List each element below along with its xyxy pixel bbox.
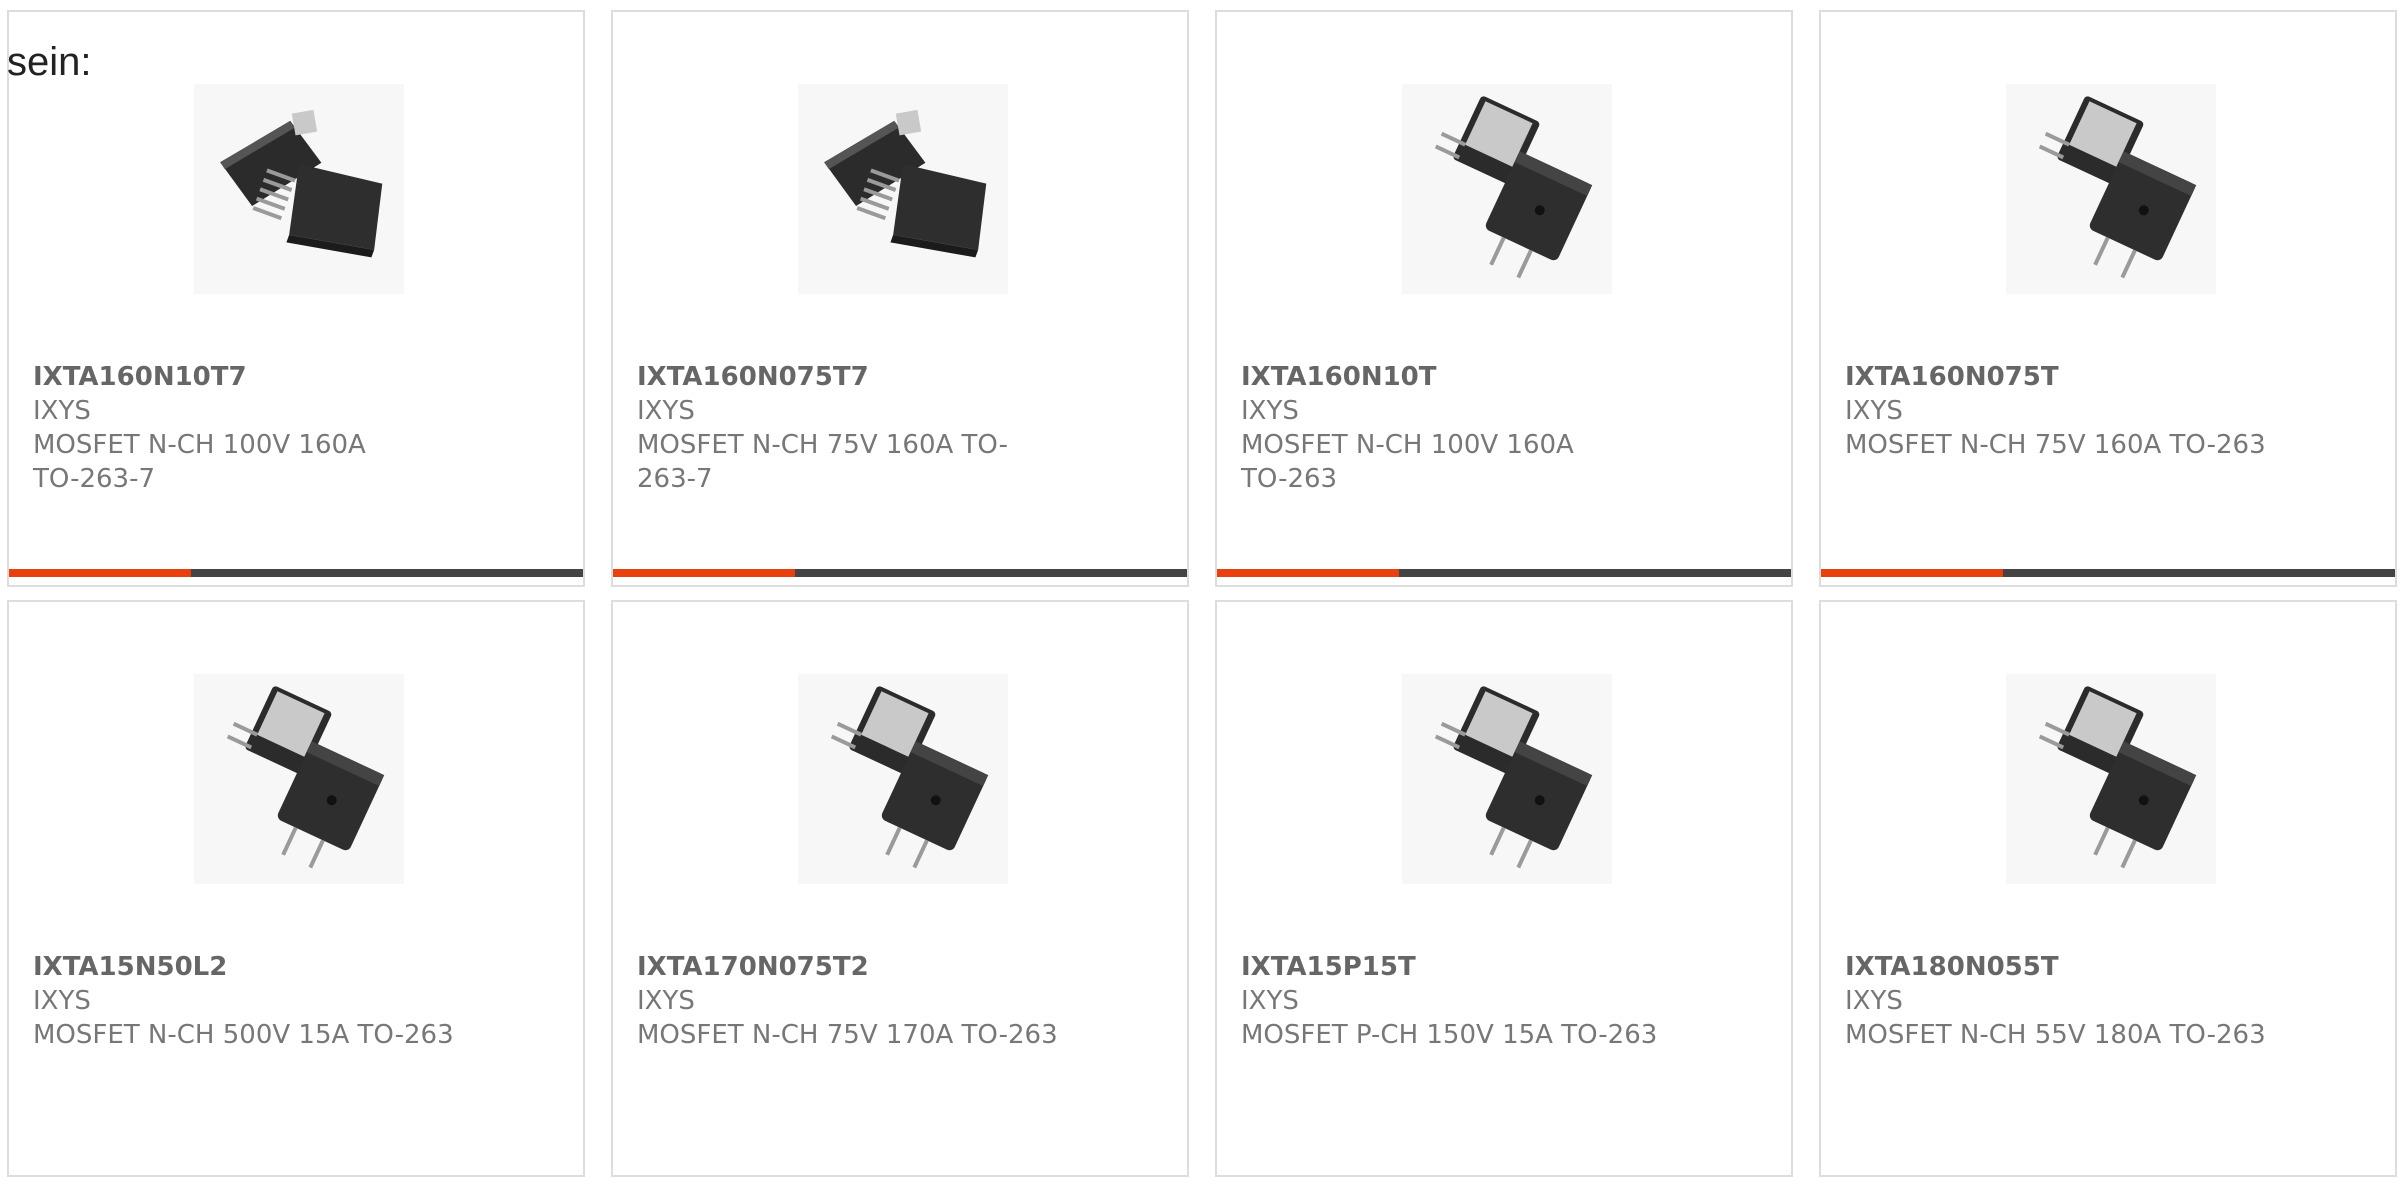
intro-text: sein: [7,40,92,84]
product-card[interactable]: IXTA15N50L2 IXYS MOSFET N-CH 500V 15A TO… [7,600,585,1177]
to263-package-icon[interactable] [1402,674,1612,884]
description: MOSFET P-CH 150V 15A TO-263 [1241,1020,1658,1050]
to263-7-package-icon[interactable] [194,84,404,294]
manufacturer: IXYS [1241,986,1299,1016]
description: MOSFET N-CH 100V 160A TO-263 [1241,430,1574,494]
hover-bar [1821,569,2395,577]
part-number[interactable]: IXTA15N50L2 [33,950,453,984]
hover-bar-accent [1217,569,1399,577]
to263-package-icon[interactable] [2006,84,2216,294]
part-number[interactable]: IXTA180N055T [1845,950,2265,984]
hover-bar [1217,569,1791,577]
to263-package-icon[interactable] [2006,674,2216,884]
to263-package-icon[interactable] [1402,84,1612,294]
hover-bar-accent [1821,569,2003,577]
part-number[interactable]: IXTA160N10T [1241,360,1661,394]
description: MOSFET N-CH 75V 170A TO-263 [637,1020,1058,1050]
part-number[interactable]: IXTA15P15T [1241,950,1661,984]
description: MOSFET N-CH 500V 15A TO-263 [33,1020,454,1050]
hover-bar-accent [9,569,191,577]
product-card[interactable]: IXTA160N10T IXYS MOSFET N-CH 100V 160A T… [1215,10,1793,587]
product-card[interactable]: IXTA180N055T IXYS MOSFET N-CH 55V 180A T… [1819,600,2397,1177]
product-card[interactable]: IXTA170N075T2 IXYS MOSFET N-CH 75V 170A … [611,600,1189,1177]
manufacturer: IXYS [1845,986,1903,1016]
part-number[interactable]: IXTA170N075T2 [637,950,1057,984]
manufacturer: IXYS [1241,396,1299,426]
manufacturer: IXYS [1845,396,1903,426]
product-card[interactable]: IXTA160N075T IXYS MOSFET N-CH 75V 160A T… [1819,10,2397,587]
manufacturer: IXYS [637,986,695,1016]
part-number[interactable]: IXTA160N075T [1845,360,2265,394]
part-number[interactable]: IXTA160N10T7 [33,360,453,394]
to263-package-icon[interactable] [798,674,1008,884]
description: MOSFET N-CH 75V 160A TO-263-7 [637,430,1008,494]
product-card[interactable]: IXTA160N10T7 IXYS MOSFET N-CH 100V 160A … [7,10,585,587]
description: MOSFET N-CH 55V 180A TO-263 [1845,1020,2266,1050]
to263-package-icon[interactable] [194,674,404,884]
description: MOSFET N-CH 100V 160A TO-263-7 [33,430,366,494]
manufacturer: IXYS [33,986,91,1016]
manufacturer: IXYS [637,396,695,426]
hover-bar-accent [613,569,795,577]
manufacturer: IXYS [33,396,91,426]
part-number[interactable]: IXTA160N075T7 [637,360,1057,394]
hover-bar [613,569,1187,577]
product-card[interactable]: IXTA160N075T7 IXYS MOSFET N-CH 75V 160A … [611,10,1189,587]
hover-bar [9,569,583,577]
to263-7-package-icon[interactable] [798,84,1008,294]
description: MOSFET N-CH 75V 160A TO-263 [1845,430,2266,460]
product-card[interactable]: IXTA15P15T IXYS MOSFET P-CH 150V 15A TO-… [1215,600,1793,1177]
